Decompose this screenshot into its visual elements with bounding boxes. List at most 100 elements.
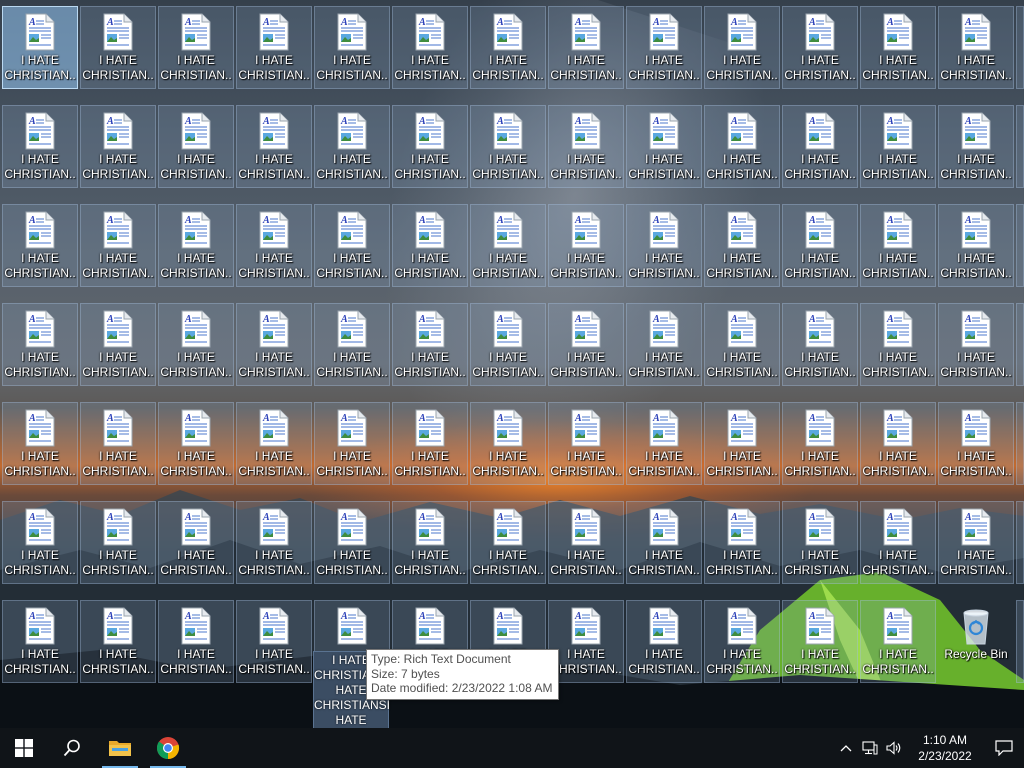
desktop-file-icon[interactable]: A I HATECHRISTIAN... (236, 204, 312, 287)
desktop-file-icon-clipped[interactable] (1016, 402, 1024, 485)
desktop-file-icon[interactable]: A I HATECHRISTIAN... (782, 501, 858, 584)
desktop-file-icon[interactable]: A I HATECHRISTIAN... (236, 6, 312, 89)
desktop-file-icon[interactable]: A I HATECHRISTIAN... (392, 501, 468, 584)
desktop-file-icon[interactable]: A I HATECHRISTIAN... (860, 402, 936, 485)
desktop-file-icon[interactable]: A I HATECHRISTIAN... (626, 600, 702, 683)
file-explorer-button[interactable] (96, 728, 144, 768)
desktop-file-icon[interactable]: A I HATECHRISTIAN... (392, 402, 468, 485)
desktop-file-icon[interactable]: A I HATECHRISTIAN... (392, 303, 468, 386)
desktop-file-icon[interactable]: A I HATECHRISTIAN... (626, 501, 702, 584)
desktop-file-icon[interactable]: A I HATECHRISTIAN... (860, 6, 936, 89)
desktop-file-icon[interactable]: A I HATECHRISTIAN... (860, 501, 936, 584)
desktop-file-icon[interactable]: A I HATECHRISTIAN... (80, 501, 156, 584)
chrome-button[interactable] (144, 728, 192, 768)
notification-center-button[interactable] (984, 728, 1024, 768)
desktop-file-icon[interactable]: A I HATECHRISTIAN... (782, 105, 858, 188)
desktop-file-icon[interactable]: A I HATECHRISTIAN... (782, 600, 858, 683)
desktop-file-icon[interactable]: A I HATECHRISTIAN... (158, 105, 234, 188)
desktop-file-icon[interactable]: A I HATECHRISTIAN... (938, 105, 1014, 188)
desktop-file-icon[interactable]: A I HATECHRISTIAN... (704, 303, 780, 386)
desktop-file-icon[interactable]: A I HATECHRISTIAN... (626, 105, 702, 188)
desktop-file-icon[interactable]: A I HATECHRISTIAN... (2, 303, 78, 386)
desktop-file-icon[interactable]: A I HATECHRISTIAN... (158, 402, 234, 485)
desktop-file-icon[interactable]: A I HATECHRISTIAN... (548, 501, 624, 584)
search-button[interactable] (48, 728, 96, 768)
volume-button[interactable] (882, 728, 906, 768)
desktop-file-icon-clipped[interactable] (1016, 303, 1024, 386)
desktop-file-icon[interactable]: A I HATECHRISTIAN... (938, 204, 1014, 287)
desktop-file-icon[interactable]: A I HATECHRISTIAN... (938, 402, 1014, 485)
desktop-file-icon[interactable]: A I HATECHRISTIAN... (392, 6, 468, 89)
desktop-file-icon[interactable]: A I HATECHRISTIAN... (470, 402, 546, 485)
desktop-file-icon[interactable]: A I HATECHRISTIAN... (158, 501, 234, 584)
desktop-file-icon[interactable]: A I HATECHRISTIAN... (2, 204, 78, 287)
desktop-file-icon[interactable]: A I HATECHRISTIAN... (548, 204, 624, 287)
desktop-file-icon[interactable]: A I HATECHRISTIAN... (158, 600, 234, 683)
desktop-file-icon[interactable]: A I HATECHRISTIAN... (470, 501, 546, 584)
desktop-file-icon[interactable]: A I HATECHRISTIAN... (314, 204, 390, 287)
desktop-file-icon[interactable]: A I HATECHRISTIAN... (314, 501, 390, 584)
desktop-file-icon[interactable]: A I HATECHRISTIAN... (860, 105, 936, 188)
desktop-file-icon[interactable]: A I HATECHRISTIAN... (80, 402, 156, 485)
desktop-file-icon[interactable]: A I HATECHRISTIAN... (782, 402, 858, 485)
desktop-file-icon[interactable]: A I HATECHRISTIAN... (704, 501, 780, 584)
desktop-file-icon[interactable]: A I HATECHRISTIAN... (626, 6, 702, 89)
desktop-file-icon[interactable]: A I HATECHRISTIAN... (470, 204, 546, 287)
recycle-bin[interactable]: Recycle Bin (938, 600, 1014, 683)
desktop-file-icon[interactable]: A I HATECHRISTIAN... (236, 402, 312, 485)
desktop-file-icon[interactable]: A I HATECHRISTIAN... (2, 6, 78, 89)
desktop-file-icon[interactable]: A I HATECHRISTIAN... (938, 303, 1014, 386)
desktop-file-icon[interactable]: A I HATECHRISTIAN... (860, 303, 936, 386)
desktop-file-icon[interactable]: A I HATECHRISTIAN... (782, 303, 858, 386)
desktop-file-icon[interactable]: A I HATECHRISTIAN... (782, 204, 858, 287)
network-button[interactable] (858, 728, 882, 768)
desktop-file-icon-clipped[interactable] (1016, 105, 1024, 188)
desktop-file-icon[interactable]: A I HATECHRISTIAN... (314, 303, 390, 386)
desktop-file-icon[interactable]: A I HATECHRISTIAN... (236, 303, 312, 386)
desktop-file-icon-clipped[interactable] (1016, 6, 1024, 89)
desktop-file-icon[interactable]: A I HATECHRISTIAN... (2, 501, 78, 584)
desktop-file-icon[interactable]: A I HATECHRISTIAN... (548, 303, 624, 386)
desktop-file-icon[interactable]: A I HATECHRISTIAN... (80, 600, 156, 683)
desktop-file-icon[interactable]: A I HATECHRISTIAN... (626, 402, 702, 485)
show-hidden-icons-button[interactable] (834, 728, 858, 768)
desktop-file-icon[interactable]: A I HATECHRISTIAN... (80, 105, 156, 188)
desktop-file-icon[interactable]: A I HATECHRISTIAN... (236, 600, 312, 683)
desktop-file-icon[interactable]: A I HATECHRISTIAN... (548, 402, 624, 485)
desktop-file-icon[interactable]: A I HATECHRISTIAN... (236, 501, 312, 584)
desktop-file-icon-clipped[interactable] (1016, 204, 1024, 287)
desktop-file-icon[interactable]: A I HATECHRISTIAN... (626, 303, 702, 386)
desktop-file-icon[interactable]: A I HATECHRISTIAN... (392, 204, 468, 287)
desktop-file-icon[interactable]: A I HATECHRISTIAN... (2, 600, 78, 683)
desktop-file-icon[interactable]: A I HATECHRISTIAN... (704, 204, 780, 287)
desktop-file-icon-clipped[interactable] (1016, 600, 1024, 683)
desktop-file-icon[interactable]: A I HATECHRISTIAN... (2, 402, 78, 485)
desktop-file-icon[interactable]: A I HATECHRISTIAN... (704, 600, 780, 683)
desktop-file-icon[interactable]: A I HATECHRISTIAN... (626, 204, 702, 287)
desktop-file-icon[interactable]: A I HATECHRISTIAN... (80, 303, 156, 386)
desktop-file-icon[interactable]: A I HATECHRISTIAN... (470, 105, 546, 188)
desktop-file-icon[interactable]: A I HATECHRISTIAN... (860, 204, 936, 287)
desktop-file-icon[interactable]: A I HATECHRISTIAN... (704, 6, 780, 89)
desktop-file-icon[interactable]: A I HATECHRISTIAN... (470, 303, 546, 386)
desktop-file-icon[interactable]: A I HATECHRISTIAN... (314, 105, 390, 188)
desktop-file-icon[interactable]: A I HATECHRISTIAN... (704, 105, 780, 188)
clock-button[interactable]: 1:10 AM 2/23/2022 (906, 728, 984, 768)
desktop-file-icon[interactable]: A I HATECHRISTIAN... (938, 501, 1014, 584)
desktop-file-icon[interactable]: A I HATECHRISTIAN... (236, 105, 312, 188)
desktop-file-icon[interactable]: A I HATECHRISTIAN... (80, 204, 156, 287)
desktop-file-icon[interactable]: A I HATECHRISTIAN... (158, 204, 234, 287)
desktop-file-icon[interactable]: A I HATECHRISTIAN... (548, 105, 624, 188)
desktop-file-icon[interactable]: A I HATECHRISTIAN... (470, 6, 546, 89)
desktop-file-icon-clipped[interactable] (1016, 501, 1024, 584)
desktop-file-icon[interactable]: A I HATECHRISTIAN... (158, 303, 234, 386)
desktop-file-icon[interactable]: A I HATECHRISTIAN... (392, 105, 468, 188)
desktop-file-icon[interactable]: A I HATECHRISTIAN... (704, 402, 780, 485)
desktop-file-icon[interactable]: A I HATECHRISTIAN... (782, 6, 858, 89)
start-button[interactable] (0, 728, 48, 768)
desktop-file-icon[interactable]: A I HATECHRISTIAN... (2, 105, 78, 188)
desktop-file-icon[interactable]: A I HATECHRISTIAN... (314, 6, 390, 89)
desktop-file-icon[interactable]: A I HATECHRISTIAN... (860, 600, 936, 683)
desktop-file-icon[interactable]: A I HATECHRISTIAN... (80, 6, 156, 89)
desktop-file-icon[interactable]: A I HATECHRISTIAN... (938, 6, 1014, 89)
